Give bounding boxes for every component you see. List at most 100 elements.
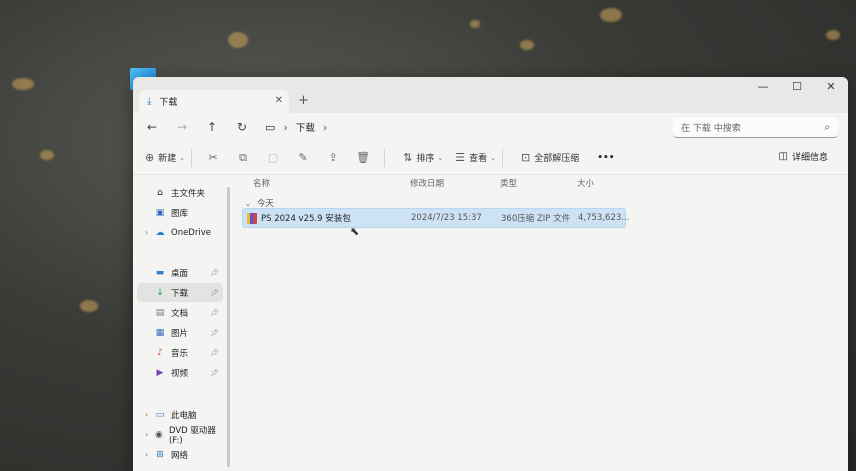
sidebar-item-label: 此电脑: [171, 410, 197, 421]
background-bokeh: [12, 78, 34, 90]
search-placeholder: 在 下载 中搜索: [681, 123, 741, 134]
search-input[interactable]: 在 下载 中搜索 ⌕: [673, 117, 838, 138]
extract-label: 全部解压缩: [534, 154, 580, 164]
column-header-size[interactable]: 大小: [577, 177, 594, 191]
sidebar-item-label: 下载: [171, 288, 189, 299]
sidebar-item-label: 视频: [171, 368, 189, 379]
close-window-button[interactable]: ✕: [814, 77, 848, 99]
pin-icon: 📌︎: [210, 268, 219, 277]
background-bokeh: [600, 8, 622, 22]
sidebar-item-desktop[interactable]: ▬ 桌面 📌︎: [137, 263, 223, 282]
copy-icon[interactable]: ⧉: [228, 151, 258, 165]
background-bokeh: [826, 30, 840, 40]
videos-icon: ▶: [156, 367, 164, 378]
extract-all-button[interactable]: ⊡ 全部解压缩: [521, 151, 579, 164]
navigation-pane: ⌂ 主文件夹 ▣ 图库 › ☁ OneDrive ▬ 桌面 📌︎ ↓ 下载 📌︎…: [133, 175, 225, 471]
cut-icon[interactable]: ✂: [198, 151, 228, 164]
chevron-right-icon[interactable]: ›: [145, 430, 148, 439]
pin-icon: 📌︎: [210, 288, 219, 297]
sidebar-scrollbar[interactable]: [227, 187, 230, 467]
view-button[interactable]: ☰ 查看 ⌄: [455, 151, 496, 164]
sort-button[interactable]: ⇅ 排序 ⌄: [403, 151, 443, 164]
sidebar-item-label: OneDrive: [171, 227, 211, 238]
forward-button[interactable]: →: [167, 120, 197, 134]
sidebar-item-label: 音乐: [171, 348, 189, 359]
file-type: 360压缩 ZIP 文件: [501, 214, 571, 224]
sidebar-item-gallery[interactable]: ▣ 图库: [137, 203, 223, 222]
breadcrumb-downloads[interactable]: 下载: [296, 120, 315, 134]
pin-icon: 📌︎: [210, 368, 219, 377]
mouse-cursor-icon: ⬉: [350, 225, 360, 238]
file-list: 名称 修改日期 类型 大小 ⌄ 今天 PS 2024 v25.9 安装包 2024…: [233, 175, 848, 471]
chevron-right-icon[interactable]: ›: [145, 450, 148, 459]
sidebar-item-dvd-drive[interactable]: › ◉ DVD 驱动器 (F:): [137, 425, 223, 446]
sidebar-item-label: 主文件夹: [171, 188, 206, 199]
dvd-drive-icon: ◉: [155, 429, 163, 440]
home-icon: ⌂: [157, 187, 163, 198]
column-header-type[interactable]: 类型: [500, 177, 517, 191]
share-icon[interactable]: ⇪: [318, 151, 348, 164]
desktop-icon: ▬: [155, 267, 165, 278]
up-button[interactable]: ↑: [197, 120, 227, 134]
maximize-button[interactable]: ☐: [780, 77, 814, 99]
pictures-icon: ▦: [155, 327, 165, 338]
address-bar[interactable]: ▭ › 下载 ›: [259, 115, 639, 139]
column-header-name[interactable]: 名称: [253, 177, 270, 191]
sidebar-item-videos[interactable]: ▶ 视频 📌︎: [137, 363, 223, 382]
view-label: 查看: [469, 154, 488, 164]
sidebar-item-label: 网络: [171, 450, 189, 461]
paste-icon[interactable]: ▢: [258, 151, 288, 164]
chevron-right-icon[interactable]: ›: [145, 228, 148, 237]
sidebar-item-label: DVD 驱动器 (F:): [168, 425, 216, 446]
sidebar-item-downloads[interactable]: ↓ 下载 📌︎: [137, 283, 223, 302]
sidebar-item-onedrive[interactable]: › ☁ OneDrive: [137, 223, 223, 242]
sidebar-item-music[interactable]: ♪ 音乐 📌︎: [137, 343, 223, 362]
new-button[interactable]: ⊕ 新建 ⌄: [145, 151, 185, 164]
delete-icon[interactable]: 🗑︎: [348, 151, 378, 164]
chevron-right-icon[interactable]: ›: [323, 121, 327, 134]
sidebar-item-pictures[interactable]: ▦ 图片 📌︎: [137, 323, 223, 342]
chevron-right-icon[interactable]: ›: [145, 410, 148, 419]
new-tab-button[interactable]: +: [298, 93, 309, 108]
title-bar: ⤓ 下载 ✕ + — ☐ ✕: [133, 77, 848, 113]
onedrive-cloud-icon: ☁: [155, 227, 165, 238]
back-button[interactable]: ←: [137, 120, 167, 134]
background-bokeh: [470, 20, 480, 28]
divider: [501, 148, 503, 167]
monitor-icon: ▭: [265, 120, 276, 134]
minimize-button[interactable]: —: [746, 77, 780, 99]
view-icon: ☰: [455, 151, 466, 164]
pin-icon: 📌︎: [210, 348, 219, 357]
column-header-modified[interactable]: 修改日期: [410, 177, 444, 191]
tab-title: 下载: [159, 98, 178, 108]
window-controls: — ☐ ✕: [746, 77, 848, 99]
sidebar-item-this-pc[interactable]: › ▭ 此电脑: [137, 405, 223, 424]
sidebar-item-documents[interactable]: ▤ 文档 📌︎: [137, 303, 223, 322]
chevron-down-icon: ⌄: [490, 153, 496, 162]
more-options-button[interactable]: •••: [597, 153, 614, 163]
refresh-button[interactable]: ↻: [227, 120, 257, 134]
divider: [191, 148, 193, 167]
details-pane-button[interactable]: ◫ 详细信息: [779, 150, 828, 163]
this-pc-icon: ▭: [155, 409, 165, 420]
file-name: PS 2024 v25.9 安装包: [261, 214, 351, 224]
rename-icon[interactable]: ✎: [288, 151, 318, 164]
file-explorer-window: ⤓ 下载 ✕ + — ☐ ✕ ← → ↑ ↻ ▭ › 下载 › 在 下载 中搜索…: [133, 77, 848, 471]
sidebar-item-label: 桌面: [171, 268, 189, 279]
plus-circle-icon: ⊕: [145, 151, 155, 164]
sidebar-item-network[interactable]: › ⊞ 网络: [137, 445, 223, 464]
background-bokeh: [40, 150, 54, 160]
table-row[interactable]: PS 2024 v25.9 安装包 2024/7/23 15:37 360压缩 …: [242, 208, 629, 228]
sidebar-item-label: 图片: [171, 328, 189, 339]
chevron-down-icon: ⌄: [245, 200, 251, 208]
navigation-bar: ← → ↑ ↻ ▭ › 下载 › 在 下载 中搜索 ⌕: [133, 113, 848, 141]
pin-icon: 📌︎: [210, 328, 219, 337]
close-tab-icon[interactable]: ✕: [275, 95, 283, 106]
download-icon: ↓: [156, 287, 164, 298]
tab-downloads[interactable]: ⤓ 下载 ✕: [139, 90, 289, 113]
divider: [384, 148, 386, 167]
sidebar-item-home[interactable]: ⌂ 主文件夹: [137, 183, 223, 202]
command-bar: ⊕ 新建 ⌄ ✂ ⧉ ▢ ✎ ⇪ 🗑︎ ⇅ 排序 ⌄ ☰ 查看 ⌄ ⊡ 全部解压…: [133, 141, 848, 175]
network-icon: ⊞: [156, 449, 164, 460]
music-icon: ♪: [157, 347, 163, 358]
